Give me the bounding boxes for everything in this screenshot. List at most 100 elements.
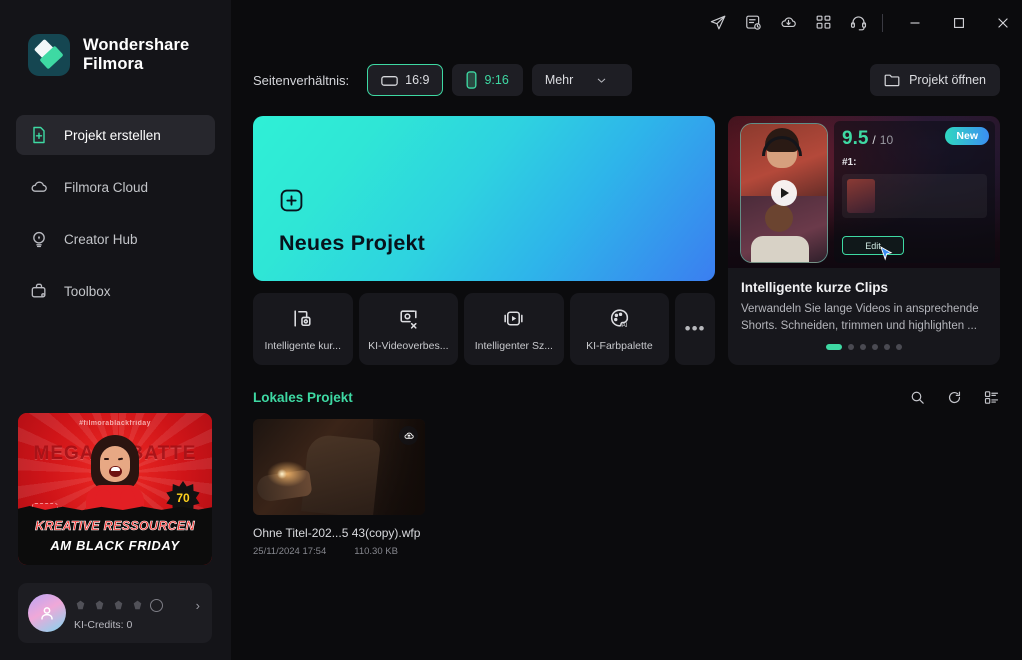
- ratio-button-16-9[interactable]: 16:9: [367, 64, 444, 96]
- credit-token-icon-1: [76, 600, 85, 609]
- open-project-button[interactable]: Projekt öffnen: [870, 64, 1000, 96]
- promo-transcript-block: [842, 174, 987, 218]
- toolbox-icon: [29, 281, 49, 301]
- search-icon[interactable]: [909, 389, 926, 406]
- refresh-icon[interactable]: [946, 389, 963, 406]
- cloud-icon: [29, 177, 49, 197]
- lightbulb-icon: [29, 229, 49, 249]
- tile-smart-scene[interactable]: Intelligenter Sz...: [464, 293, 564, 365]
- close-button[interactable]: [981, 0, 1022, 45]
- carousel-dot[interactable]: [826, 344, 842, 351]
- promo-transcript-thumb: [847, 179, 875, 213]
- credit-token-icon-4: [133, 600, 142, 609]
- ratio-button-9-16[interactable]: 9:16: [452, 64, 523, 96]
- project-size: 110.30 KB: [354, 546, 398, 557]
- sidebar-item-creator-hub[interactable]: Creator Hub: [16, 219, 215, 259]
- promo-description: Verwandeln Sie lange Videos in anspreche…: [741, 303, 979, 332]
- ai-color-palette-icon: AI: [610, 309, 629, 329]
- new-project-card[interactable]: Neues Projekt: [253, 116, 715, 281]
- filmora-logo-icon: [28, 34, 70, 76]
- main-area: Seitenverhältnis: 16:9 9:16 Mehr Projekt…: [231, 0, 1022, 660]
- sidebar-item-toolbox[interactable]: Toolbox: [16, 271, 215, 311]
- tile-ai-color-palette[interactable]: AI KI-Farbpalette: [569, 293, 670, 365]
- play-icon[interactable]: [771, 180, 797, 206]
- local-project-header: Lokales Projekt: [253, 389, 1000, 406]
- carousel-dots: [741, 344, 987, 351]
- local-project-actions: [909, 389, 1000, 406]
- carousel-dot[interactable]: [860, 344, 866, 351]
- landscape-icon: [381, 75, 398, 86]
- promo-rank-number: #1:: [842, 157, 857, 168]
- carousel-dot[interactable]: [848, 344, 854, 351]
- aspect-ratio-toolbar: Seitenverhältnis: 16:9 9:16 Mehr Projekt…: [231, 64, 1022, 96]
- cloud-download-icon[interactable]: [779, 13, 798, 32]
- window-controls: [893, 0, 1022, 45]
- credit-token-icon-2: [95, 600, 104, 609]
- ai-video-enhance-icon: [400, 310, 417, 329]
- apps-grid-icon[interactable]: [814, 13, 833, 32]
- carousel-dot[interactable]: [872, 344, 878, 351]
- promo-score-panel: 9.5 / 10 New #1: Edit: [834, 121, 995, 263]
- carousel-dot[interactable]: [884, 344, 890, 351]
- promo-media: 9.5 / 10 New #1: Edit: [728, 116, 1000, 268]
- black-friday-promo-banner[interactable]: #filmorablackfriday MEGA RABATTE 70 KREA…: [18, 413, 212, 565]
- brand-name: Wondershare Filmora: [83, 36, 189, 75]
- brand-line-1: Wondershare: [83, 35, 190, 54]
- promo-rank-row: #1:: [842, 157, 987, 168]
- sidebar-item-projekt-erstellen[interactable]: Projekt erstellen: [16, 115, 215, 155]
- brand-line-2: Filmora: [83, 55, 144, 73]
- ratio-value: 9:16: [484, 73, 509, 87]
- titlebar-separator: [882, 13, 883, 32]
- chevron-down-icon: [598, 78, 606, 83]
- maximize-button[interactable]: [937, 0, 981, 45]
- content-area: Neues Projekt Intelligente kur... KI-Vid…: [231, 116, 1022, 557]
- headset-support-icon[interactable]: [849, 13, 868, 32]
- promo-score-separator: /: [872, 133, 876, 147]
- promo-carousel-card[interactable]: 9.5 / 10 New #1: Edit Intelligente kurze…: [728, 116, 1000, 365]
- more-label: Mehr: [544, 73, 574, 87]
- promo-hashtag: #filmorablackfriday: [79, 420, 151, 427]
- user-credits-panel[interactable]: › KI-Credits: 0: [18, 583, 212, 643]
- tile-more-button[interactable]: •••: [675, 293, 715, 365]
- credit-progress-ring: [150, 598, 163, 612]
- send-icon[interactable]: [709, 13, 728, 32]
- ratio-value: 16:9: [405, 73, 430, 87]
- list-view-icon[interactable]: [983, 389, 1000, 406]
- feature-tiles: Intelligente kur... KI-Videoverbes... In…: [253, 293, 715, 365]
- promo-headline: KREATIVE RESSOURCEN: [35, 519, 195, 534]
- credit-token-icon-3: [114, 600, 123, 609]
- promo-edit-button[interactable]: Edit: [842, 236, 904, 255]
- avatar[interactable]: [28, 594, 66, 632]
- ki-credits-label: KI-Credits: 0: [74, 619, 133, 631]
- sidebar-item-label: Toolbox: [64, 283, 111, 299]
- sidebar-item-label: Filmora Cloud: [64, 179, 149, 195]
- task-list-icon[interactable]: [744, 13, 763, 32]
- tile-label: KI-Farbpalette: [586, 340, 653, 352]
- new-project-title: Neues Projekt: [279, 231, 425, 255]
- minimize-button[interactable]: [893, 0, 937, 45]
- svg-text:AI: AI: [621, 322, 627, 329]
- promo-subheadline: AM BLACK FRIDAY: [50, 538, 180, 553]
- tile-smart-shorts[interactable]: Intelligente kur...: [253, 293, 353, 365]
- more-ratios-dropdown[interactable]: Mehr: [531, 64, 632, 96]
- open-project-label: Projekt öffnen: [909, 73, 986, 87]
- carousel-dot[interactable]: [896, 344, 902, 351]
- chevron-right-icon[interactable]: ›: [196, 598, 202, 613]
- project-thumbnail[interactable]: [253, 419, 425, 515]
- local-project-item[interactable]: Ohne Titel-202...5 43(copy).wfp 25/11/20…: [253, 419, 425, 557]
- cursor-icon: [880, 246, 893, 261]
- project-meta: 25/11/2024 17:54 110.30 KB: [253, 546, 425, 557]
- file-plus-icon: [29, 125, 49, 145]
- tile-ai-video-enhance[interactable]: KI-Videoverbes...: [358, 293, 459, 365]
- smart-shorts-icon: [294, 310, 311, 327]
- promo-title: Intelligente kurze Clips: [741, 280, 889, 295]
- cloud-upload-icon[interactable]: [399, 426, 418, 445]
- sidebar-item-filmora-cloud[interactable]: Filmora Cloud: [16, 167, 215, 207]
- portrait-icon: [466, 71, 477, 89]
- left-column: Neues Projekt Intelligente kur... KI-Vid…: [253, 116, 715, 365]
- sidebar: Wondershare Filmora Projekt erstellen Fi…: [0, 0, 231, 660]
- titlebar-icons: [709, 13, 868, 32]
- new-badge: New: [945, 127, 989, 145]
- tile-label: Intelligenter Sz...: [474, 340, 553, 352]
- tile-label: Intelligente kur...: [264, 340, 341, 352]
